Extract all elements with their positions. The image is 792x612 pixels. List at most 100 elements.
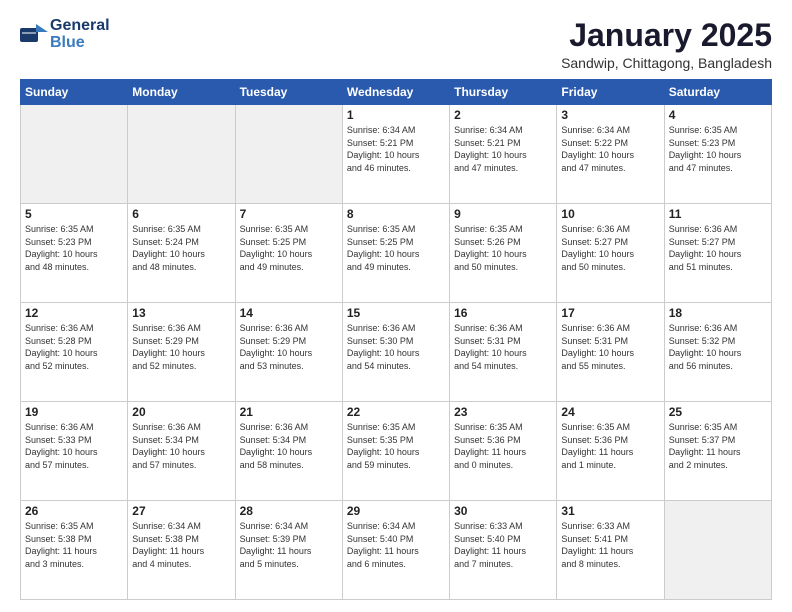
calendar-cell: 16 Sunrise: 6:36 AM Sunset: 5:31 PM Dayli… (450, 303, 557, 402)
logo: General Blue (20, 18, 110, 52)
day-info: Sunrise: 6:36 AM Sunset: 5:27 PM Dayligh… (561, 223, 659, 273)
calendar-cell: 10Sunrise: 6:36 AM Sunset: 5:27 PM Dayli… (557, 204, 664, 303)
day-info: Sunrise: 6:35 AM Sunset: 5:25 PM Dayligh… (347, 223, 445, 273)
week-row-3: 19 Sunrise: 6:36 AM Sunset: 5:33 PM Dayli… (21, 402, 772, 501)
calendar-cell: 24 Sunrise: 6:35 AM Sunset: 5:36 PM Dayli… (557, 402, 664, 501)
day-info: Sunrise: 6:36 AM Sunset: 5:31 PM Dayligh… (454, 322, 552, 372)
day-number: 2 (454, 108, 552, 122)
calendar-cell (21, 105, 128, 204)
day-number: 31 (561, 504, 659, 518)
day-number: 21 (240, 405, 338, 419)
calendar-cell: 1 Sunrise: 6:34 AM Sunset: 5:21 PM Daylig… (342, 105, 449, 204)
calendar-table: Sunday Monday Tuesday Wednesday Thursday… (20, 79, 772, 600)
day-number: 7 (240, 207, 338, 221)
calendar-cell: 11Sunrise: 6:36 AM Sunset: 5:27 PM Dayli… (664, 204, 771, 303)
calendar-cell: 14Sunrise: 6:36 AM Sunset: 5:29 PM Dayli… (235, 303, 342, 402)
calendar-cell: 29 Sunrise: 6:34 AM Sunset: 5:40 PM Dayli… (342, 501, 449, 600)
calendar-cell: 3Sunrise: 6:34 AM Sunset: 5:22 PM Daylig… (557, 105, 664, 204)
header: General Blue January 2025 Sandwip, Chitt… (20, 18, 772, 71)
header-tuesday: Tuesday (235, 80, 342, 105)
logo-blue: Blue (50, 35, 110, 52)
logo-icon (20, 24, 48, 46)
header-friday: Friday (557, 80, 664, 105)
day-info: Sunrise: 6:35 AM Sunset: 5:36 PM Dayligh… (561, 421, 659, 471)
day-info: Sunrise: 6:36 AM Sunset: 5:31 PM Dayligh… (561, 322, 659, 372)
weekday-header-row: Sunday Monday Tuesday Wednesday Thursday… (21, 80, 772, 105)
day-number: 20 (132, 405, 230, 419)
day-number: 4 (669, 108, 767, 122)
header-sunday: Sunday (21, 80, 128, 105)
day-info: Sunrise: 6:36 AM Sunset: 5:33 PM Dayligh… (25, 421, 123, 471)
day-number: 27 (132, 504, 230, 518)
calendar-cell: 8 Sunrise: 6:35 AM Sunset: 5:25 PM Daylig… (342, 204, 449, 303)
day-number: 26 (25, 504, 123, 518)
day-info: Sunrise: 6:34 AM Sunset: 5:38 PM Dayligh… (132, 520, 230, 570)
calendar-cell: 25 Sunrise: 6:35 AM Sunset: 5:37 PM Dayli… (664, 402, 771, 501)
day-info: Sunrise: 6:35 AM Sunset: 5:37 PM Dayligh… (669, 421, 767, 471)
calendar-cell: 23 Sunrise: 6:35 AM Sunset: 5:36 PM Dayli… (450, 402, 557, 501)
header-wednesday: Wednesday (342, 80, 449, 105)
day-number: 5 (25, 207, 123, 221)
day-number: 29 (347, 504, 445, 518)
day-info: Sunrise: 6:36 AM Sunset: 5:28 PM Dayligh… (25, 322, 123, 372)
day-info: Sunrise: 6:35 AM Sunset: 5:26 PM Dayligh… (454, 223, 552, 273)
calendar-cell: 9 Sunrise: 6:35 AM Sunset: 5:26 PM Daylig… (450, 204, 557, 303)
day-number: 9 (454, 207, 552, 221)
calendar-cell (235, 105, 342, 204)
day-number: 16 (454, 306, 552, 320)
day-number: 1 (347, 108, 445, 122)
day-info: Sunrise: 6:33 AM Sunset: 5:40 PM Dayligh… (454, 520, 552, 570)
calendar-cell: 17 Sunrise: 6:36 AM Sunset: 5:31 PM Dayli… (557, 303, 664, 402)
day-info: Sunrise: 6:34 AM Sunset: 5:40 PM Dayligh… (347, 520, 445, 570)
calendar-cell: 2 Sunrise: 6:34 AM Sunset: 5:21 PM Daylig… (450, 105, 557, 204)
calendar-cell: 26 Sunrise: 6:35 AM Sunset: 5:38 PM Dayli… (21, 501, 128, 600)
week-row-1: 5 Sunrise: 6:35 AM Sunset: 5:23 PM Daylig… (21, 204, 772, 303)
day-info: Sunrise: 6:35 AM Sunset: 5:36 PM Dayligh… (454, 421, 552, 471)
day-info: Sunrise: 6:35 AM Sunset: 5:38 PM Dayligh… (25, 520, 123, 570)
day-info: Sunrise: 6:36 AM Sunset: 5:30 PM Dayligh… (347, 322, 445, 372)
day-info: Sunrise: 6:36 AM Sunset: 5:29 PM Dayligh… (132, 322, 230, 372)
calendar-cell: 31 Sunrise: 6:33 AM Sunset: 5:41 PM Dayli… (557, 501, 664, 600)
calendar-cell: 7Sunrise: 6:35 AM Sunset: 5:25 PM Daylig… (235, 204, 342, 303)
day-info: Sunrise: 6:36 AM Sunset: 5:27 PM Dayligh… (669, 223, 767, 273)
calendar-cell: 5 Sunrise: 6:35 AM Sunset: 5:23 PM Daylig… (21, 204, 128, 303)
calendar-cell: 27 Sunrise: 6:34 AM Sunset: 5:38 PM Dayli… (128, 501, 235, 600)
calendar-page: General Blue January 2025 Sandwip, Chitt… (0, 0, 792, 612)
location: Sandwip, Chittagong, Bangladesh (561, 55, 772, 71)
day-info: Sunrise: 6:36 AM Sunset: 5:34 PM Dayligh… (240, 421, 338, 471)
day-number: 28 (240, 504, 338, 518)
day-number: 6 (132, 207, 230, 221)
day-number: 17 (561, 306, 659, 320)
day-number: 15 (347, 306, 445, 320)
day-number: 13 (132, 306, 230, 320)
logo-general: General (50, 18, 110, 35)
calendar-cell: 20Sunrise: 6:36 AM Sunset: 5:34 PM Dayli… (128, 402, 235, 501)
day-number: 8 (347, 207, 445, 221)
day-number: 14 (240, 306, 338, 320)
day-number: 19 (25, 405, 123, 419)
calendar-cell: 15 Sunrise: 6:36 AM Sunset: 5:30 PM Dayli… (342, 303, 449, 402)
title-section: January 2025 Sandwip, Chittagong, Bangla… (561, 18, 772, 71)
calendar-cell: 19 Sunrise: 6:36 AM Sunset: 5:33 PM Dayli… (21, 402, 128, 501)
calendar-cell: 4 Sunrise: 6:35 AM Sunset: 5:23 PM Daylig… (664, 105, 771, 204)
day-info: Sunrise: 6:34 AM Sunset: 5:21 PM Dayligh… (347, 124, 445, 174)
week-row-2: 12Sunrise: 6:36 AM Sunset: 5:28 PM Dayli… (21, 303, 772, 402)
day-number: 25 (669, 405, 767, 419)
day-number: 18 (669, 306, 767, 320)
day-info: Sunrise: 6:34 AM Sunset: 5:21 PM Dayligh… (454, 124, 552, 174)
week-row-0: 1 Sunrise: 6:34 AM Sunset: 5:21 PM Daylig… (21, 105, 772, 204)
header-thursday: Thursday (450, 80, 557, 105)
day-info: Sunrise: 6:34 AM Sunset: 5:22 PM Dayligh… (561, 124, 659, 174)
day-number: 30 (454, 504, 552, 518)
day-info: Sunrise: 6:33 AM Sunset: 5:41 PM Dayligh… (561, 520, 659, 570)
calendar-cell: 30 Sunrise: 6:33 AM Sunset: 5:40 PM Dayli… (450, 501, 557, 600)
day-info: Sunrise: 6:35 AM Sunset: 5:23 PM Dayligh… (25, 223, 123, 273)
day-info: Sunrise: 6:35 AM Sunset: 5:24 PM Dayligh… (132, 223, 230, 273)
calendar-cell: 18Sunrise: 6:36 AM Sunset: 5:32 PM Dayli… (664, 303, 771, 402)
day-number: 24 (561, 405, 659, 419)
day-number: 23 (454, 405, 552, 419)
month-title: January 2025 (561, 18, 772, 53)
day-info: Sunrise: 6:35 AM Sunset: 5:23 PM Dayligh… (669, 124, 767, 174)
header-monday: Monday (128, 80, 235, 105)
calendar-cell: 12Sunrise: 6:36 AM Sunset: 5:28 PM Dayli… (21, 303, 128, 402)
